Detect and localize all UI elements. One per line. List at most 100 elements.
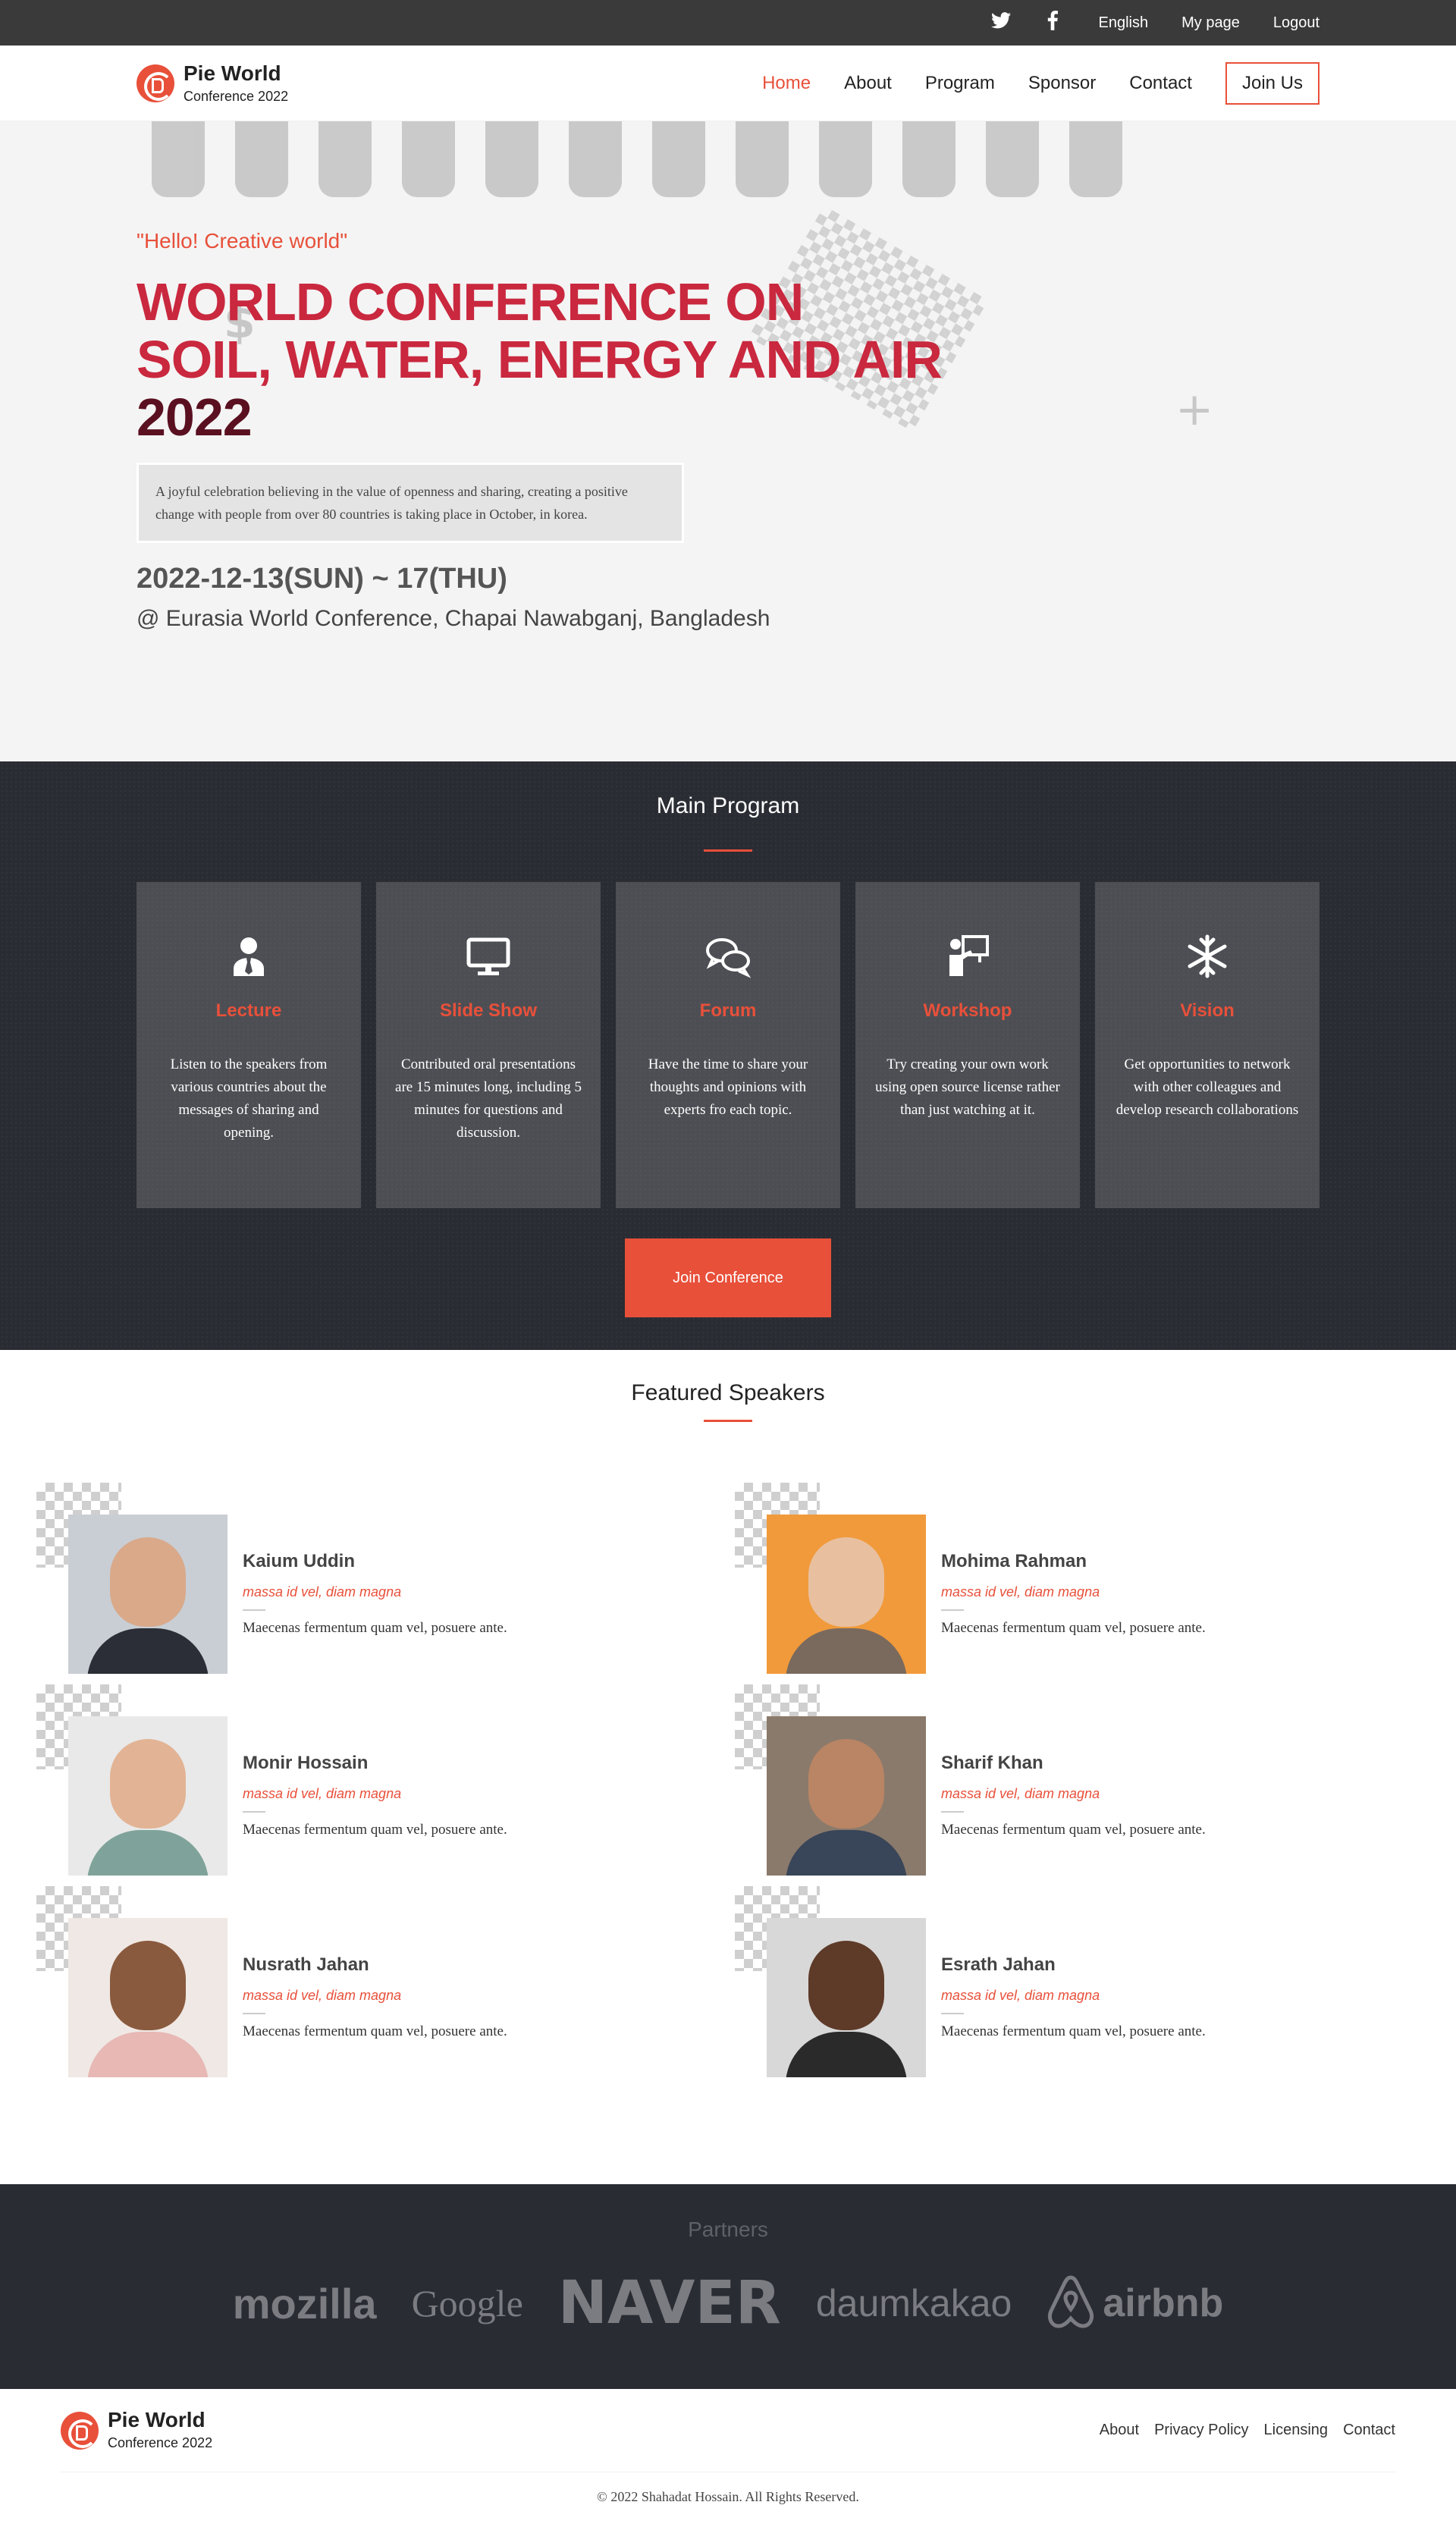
speaker-bio: Maecenas fermentum quam vel, posuere ant…	[941, 1822, 1206, 1838]
speaker-card[interactable]: Kaium Uddin massa id vel, diam magna Maece…	[36, 1483, 735, 1674]
my-page-link[interactable]: My page	[1181, 14, 1240, 32]
speaker-divider	[243, 1811, 265, 1813]
program-card-forum[interactable]: Forum Have the time to share your though…	[616, 882, 840, 1208]
speaker-bio: Maecenas fermentum quam vel, posuere ant…	[941, 1620, 1206, 1636]
footer: Pie World Conference 2022 About Privacy …	[0, 2389, 1456, 2519]
speaker-photo	[767, 1515, 926, 1674]
speaker-role: massa id vel, diam magna	[243, 1584, 402, 1599]
speaker-role: massa id vel, diam magna	[941, 1584, 1100, 1599]
facebook-icon[interactable]	[1047, 10, 1058, 36]
twitter-icon[interactable]	[990, 11, 1011, 34]
nav-contact[interactable]: Contact	[1129, 73, 1192, 94]
brand-name: Pie World	[184, 61, 281, 85]
speaker-bio: Maecenas fermentum quam vel, posuere ant…	[243, 1620, 507, 1636]
nav-about[interactable]: About	[844, 73, 892, 94]
chat-icon	[616, 929, 840, 984]
partner-logo-mozilla[interactable]: mozilla	[233, 2279, 377, 2328]
card-text: Listen to the speakers from various coun…	[170, 1056, 328, 1141]
card-text: Try creating your own work using open so…	[875, 1056, 1060, 1118]
airbnb-icon	[1048, 2275, 1094, 2328]
section-title: Main Program	[656, 793, 800, 818]
program-card-slide-show[interactable]: Slide Show Contributed oral presentation…	[376, 882, 601, 1208]
footer-link-privacy[interactable]: Privacy Policy	[1154, 2422, 1248, 2439]
language-link[interactable]: English	[1099, 14, 1149, 32]
top-bar: English My page Logout	[0, 0, 1456, 46]
speaker-photo	[68, 1515, 228, 1674]
hero-title-line-3: 2022	[136, 388, 253, 447]
speaker-role: massa id vel, diam magna	[243, 1988, 402, 2003]
speaker-role: massa id vel, diam magna	[243, 1786, 402, 1801]
program-card-vision[interactable]: Vision Get opportunities to network with…	[1095, 882, 1320, 1208]
card-title: Lecture	[215, 1000, 282, 1021]
speaker-card[interactable]: Monir Hossain massa id vel, diam magna Mae…	[36, 1684, 735, 1876]
monitor-icon	[376, 929, 601, 984]
partner-logo-google[interactable]: Google	[412, 2281, 523, 2325]
speaker-name: Esrath Jahan	[941, 1954, 1056, 1975]
partner-logo-daumkakao[interactable]: daumkakao	[816, 2281, 1012, 2325]
speaker-card[interactable]: Esrath Jahan massa id vel, diam magna Maec…	[735, 1886, 1433, 2077]
partner-logo-naver[interactable]: NAVER	[558, 2269, 781, 2337]
featured-speakers-section: Featured Speakers Kaium Uddin massa id ve…	[0, 1350, 1456, 2184]
speaker-divider	[941, 2013, 964, 2014]
logout-link[interactable]: Logout	[1273, 14, 1320, 32]
nav-sponsor[interactable]: Sponsor	[1028, 73, 1096, 94]
event-venue: @ Eurasia World Conference, Chapai Nawab…	[136, 606, 770, 631]
airbnb-wordmark: airbnb	[1103, 2281, 1224, 2325]
nav-home[interactable]: Home	[762, 73, 811, 94]
join-conference-button[interactable]: Join Conference	[625, 1238, 831, 1317]
section-divider	[704, 1420, 752, 1422]
speaker-role: massa id vel, diam magna	[941, 1786, 1100, 1801]
speaker-role: massa id vel, diam magna	[941, 1988, 1100, 2003]
card-title: Workshop	[923, 1000, 1012, 1021]
hero-title: WORLD CONFERENCE ON SOIL, WATER, ENERGY …	[136, 273, 1320, 446]
partner-logos: mozilla Google NAVER daumkakao airbnb	[0, 2269, 1456, 2337]
speaker-name: Nusrath Jahan	[243, 1954, 369, 1975]
hero-description: A joyful celebration believing in the va…	[136, 463, 684, 543]
speaker-photo	[767, 1716, 926, 1876]
speaker-name: Monir Hossain	[243, 1753, 369, 1773]
card-text: Have the time to share your thoughts and…	[648, 1056, 808, 1118]
partners-section: Partners mozilla Google NAVER daumkakao …	[0, 2184, 1456, 2389]
footer-links: About Privacy Policy Licensing Contact	[1100, 2422, 1395, 2439]
speaker-bio: Maecenas fermentum quam vel, posuere ant…	[243, 1822, 507, 1838]
speaker-divider	[243, 1609, 265, 1611]
hero-title-line-1: WORLD CONFERENCE ON	[136, 272, 804, 331]
brand-subtitle: Conference 2022	[184, 88, 289, 104]
section-title: Featured Speakers	[631, 1380, 825, 1405]
footer-link-contact[interactable]: Contact	[1343, 2422, 1395, 2439]
program-card-lecture[interactable]: Lecture Listen to the speakers from vari…	[136, 882, 361, 1208]
program-card-workshop[interactable]: Workshop Try creating your own work usin…	[855, 882, 1080, 1208]
speaker-card[interactable]: Sharif Khan massa id vel, diam magna Maece…	[735, 1684, 1433, 1876]
hero-title-line-2: SOIL, WATER, ENERGY AND AIR	[136, 330, 943, 389]
main-header: Pie World Conference 2022 Home About Pro…	[0, 46, 1456, 121]
speaker-photo	[68, 1716, 228, 1876]
join-us-button[interactable]: Join Us	[1225, 62, 1320, 105]
speaker-name: Mohima Rahman	[941, 1551, 1087, 1571]
card-title: Forum	[699, 1000, 757, 1021]
speaker-bio: Maecenas fermentum quam vel, posuere ant…	[243, 2023, 507, 2039]
hero-section: $ + 0 "Hello! Creative world" WORLD CONF…	[0, 121, 1456, 761]
logo-icon	[61, 2411, 99, 2450]
card-title: Slide Show	[439, 1000, 537, 1021]
speaker-photo	[767, 1918, 926, 2077]
partner-logo-airbnb[interactable]: airbnb	[1046, 2274, 1223, 2332]
section-divider	[704, 849, 752, 852]
brand-name: Pie World	[108, 2408, 206, 2431]
speaker-bio: Maecenas fermentum quam vel, posuere ant…	[941, 2023, 1206, 2039]
presenter-icon	[855, 929, 1080, 984]
footer-link-licensing[interactable]: Licensing	[1264, 2422, 1329, 2439]
lecture-icon	[136, 929, 361, 984]
event-date: 2022-12-13(SUN) ~ 17(THU)	[136, 563, 507, 595]
speaker-photo	[68, 1918, 228, 2077]
speaker-divider	[243, 2013, 265, 2014]
snowflake-icon	[1095, 929, 1320, 984]
footer-link-about[interactable]: About	[1100, 2422, 1139, 2439]
nav-program[interactable]: Program	[925, 73, 995, 94]
speaker-card[interactable]: Nusrath Jahan massa id vel, diam magna Mae…	[36, 1886, 735, 2077]
hero-greeting: "Hello! Creative world"	[136, 229, 348, 253]
brand-logo[interactable]: Pie World Conference 2022	[136, 61, 289, 105]
speaker-card[interactable]: Mohima Rahman massa id vel, diam magna Mae…	[735, 1483, 1433, 1674]
speaker-name: Kaium Uddin	[243, 1551, 355, 1571]
footer-brand-logo[interactable]: Pie World Conference 2022	[61, 2409, 212, 2451]
speaker-name: Sharif Khan	[941, 1753, 1043, 1773]
